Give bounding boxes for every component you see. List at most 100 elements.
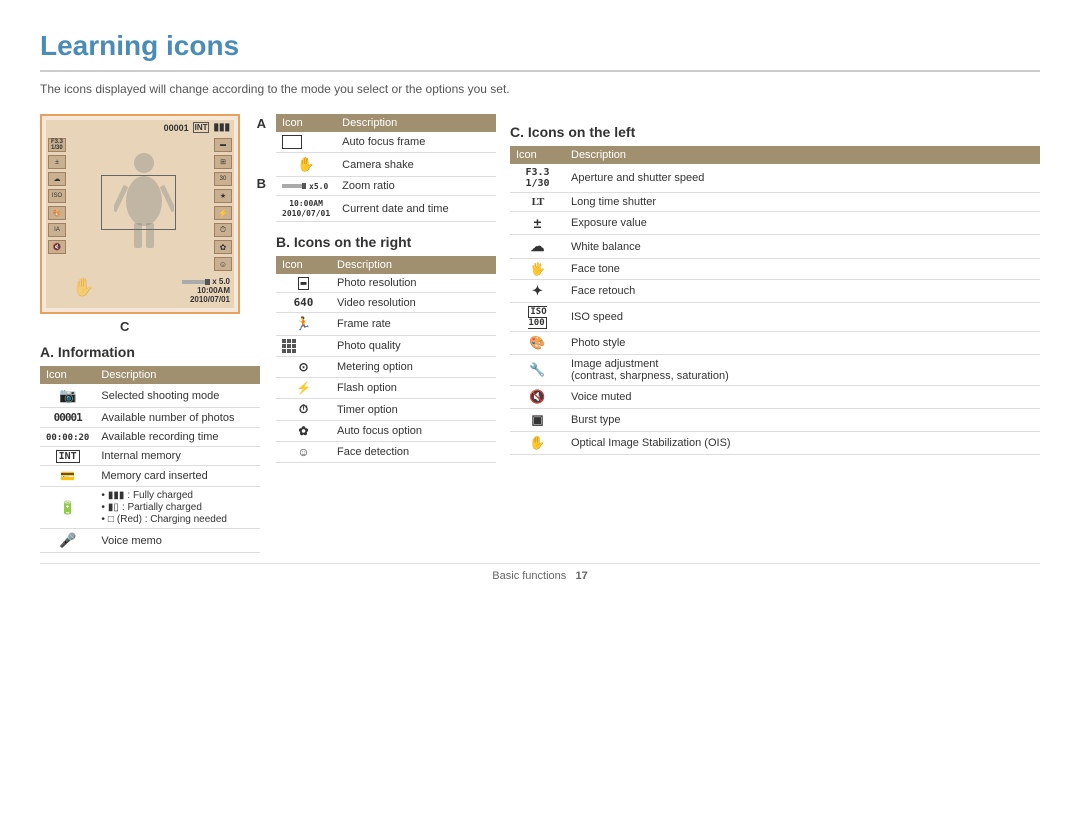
cam-left-icons: F3.31/30 ± ☁ ISO 🎨 IA 🔇 (48, 138, 66, 254)
label-a: A (257, 116, 266, 131)
desc-cell: Optical Image Stabilization (OIS) (565, 432, 1040, 455)
section-a: A. Information Icon Description 📷 Select… (40, 344, 260, 553)
cam-icon-exp: ± (48, 155, 66, 169)
desc-cell: Photo quality (331, 336, 496, 357)
icon-cell (276, 336, 331, 357)
right-columns: Icon Description Auto focus frame ✋ (276, 114, 1040, 553)
photo-style-icon: 🎨 (529, 335, 545, 350)
camera-shake-icon: ✋ (297, 156, 314, 172)
table-row: ⏱ Timer option (276, 399, 496, 421)
section-b-header-desc: Description (331, 256, 496, 274)
autofocus-icon: ✿ (298, 424, 308, 438)
cam-icon-f: F3.31/30 (48, 138, 66, 152)
table-row: 🎨 Photo style (510, 332, 1040, 355)
video-res-icon: 640 (294, 296, 314, 309)
table-row: 🖐 Face tone (510, 259, 1040, 280)
label-b: B (257, 176, 266, 191)
section-b-header-icon: Icon (276, 256, 331, 274)
icon-cell: 640 (276, 293, 331, 313)
icon-cell: x5.0 (276, 177, 336, 196)
cam-battery-icon: ▮▮▮ (213, 122, 230, 133)
icon-cell: 🎨 (510, 332, 565, 355)
cam-top-bar: 00001 INT ▮▮▮ (46, 120, 234, 135)
table-row: INT Internal memory (40, 447, 260, 466)
desc-cell: Memory card inserted (95, 466, 260, 487)
cam-bottom-info: x 5.0 10:00AM 2010/07/01 (182, 277, 230, 304)
desc-cell: Face retouch (565, 280, 1040, 303)
table-row: 🔧 Image adjustment(contrast, sharpness, … (510, 355, 1040, 386)
table-row: Auto focus frame (276, 132, 496, 153)
camera-icon: 📷 (59, 387, 76, 403)
desc-cell: Auto focus option (331, 421, 496, 442)
desc-cell: Photo resolution (331, 274, 496, 293)
table-row: ⚡ Flash option (276, 378, 496, 399)
icon-cell: LT (510, 193, 565, 212)
desc-cell: •▮▮▮: Fully charged •▮▯ : Partially char… (95, 487, 260, 529)
cam-memory-icon: INT (193, 122, 210, 133)
page: Learning icons The icons displayed will … (0, 0, 1080, 602)
section-c-table: Icon Description F3.31/30 Aperture and s… (510, 146, 1040, 455)
table-row: 🔇 Voice muted (510, 386, 1040, 409)
table-row: ▬ Photo resolution (276, 274, 496, 293)
table-row: ☺ Face detection (276, 442, 496, 463)
icon-cell: 00:00:20 (40, 428, 95, 447)
image-adj-icon: 🔧 (529, 362, 545, 377)
camera-inner: 00001 INT ▮▮▮ F3.31/30 ± ☁ ISO 🎨 IA (46, 120, 234, 308)
face-detect-icon: ☺ (297, 445, 309, 459)
section-a-body: 📷 Selected shooting mode 00001 Available… (40, 384, 260, 553)
page-title: Learning icons (40, 30, 1040, 72)
icon-cell: ✋ (276, 153, 336, 177)
section-c-body: F3.31/30 Aperture and shutter speed LT L… (510, 164, 1040, 455)
desc-cell: Exposure value (565, 212, 1040, 235)
desc-cell: White balance (565, 235, 1040, 259)
table-row: ✦ Face retouch (510, 280, 1040, 303)
battery-icon: 🔋 (60, 500, 76, 515)
main-content: A B 00001 INT ▮▮▮ F3.31/30 ± ☁ (40, 114, 1040, 553)
battery-low-icon: □ (108, 514, 114, 525)
top-icon-body: Auto focus frame ✋ Camera shake (276, 132, 496, 222)
white-balance-icon: ☁ (531, 238, 545, 254)
cam-date: 2010/07/01 (182, 295, 230, 304)
section-b-title: B. Icons on the right (276, 234, 496, 250)
focus-frame-icon (282, 135, 302, 149)
mic-icon: 🎤 (59, 532, 76, 548)
burst-icon: ▣ (531, 412, 543, 427)
cam-number: 00001 (164, 123, 189, 133)
table-row: 00:00:20 Available recording time (40, 428, 260, 447)
table-row: 📷 Selected shooting mode (40, 384, 260, 408)
col-b: Icon Description Auto focus frame ✋ (276, 114, 496, 553)
icon-cell: ▬ (276, 274, 331, 293)
desc-cell: Face detection (331, 442, 496, 463)
desc-cell: Face tone (565, 259, 1040, 280)
iso-icon: ISO100 (528, 306, 546, 329)
metering-icon: ⊙ (298, 360, 308, 374)
label-c: C (120, 319, 129, 334)
desc-cell: Voice muted (565, 386, 1040, 409)
desc-cell: Image adjustment(contrast, sharpness, sa… (565, 355, 1040, 386)
icon-cell: ▣ (510, 409, 565, 432)
desc-cell: Auto focus frame (336, 132, 496, 153)
icon-cell: 🔧 (510, 355, 565, 386)
lt-icon: LT (532, 196, 544, 208)
face-retouch-icon: ✦ (532, 283, 543, 298)
icon-cell: ☁ (510, 235, 565, 259)
cam-icon-ia: IA (48, 223, 66, 237)
icon-cell: ⊙ (276, 357, 331, 378)
icon-cell: ✋ (510, 432, 565, 455)
voice-muted-icon: 🔇 (529, 389, 545, 404)
desc-cell: Frame rate (331, 313, 496, 336)
section-a-header-icon: Icon (40, 366, 95, 384)
desc-cell: Internal memory (95, 447, 260, 466)
camera-box: A B 00001 INT ▮▮▮ F3.31/30 ± ☁ (40, 114, 240, 314)
icon-cell (276, 132, 336, 153)
icon-cell: ± (510, 212, 565, 235)
table-row: LT Long time shutter (510, 193, 1040, 212)
time-icon: 00:00:20 (46, 433, 89, 443)
icon-cell: 💳 (40, 466, 95, 487)
battery-desc: •▮▮▮: Fully charged •▮▯ : Partially char… (101, 490, 254, 525)
photo-quality-icon (282, 339, 296, 353)
table-row: ✋ Camera shake (276, 153, 496, 177)
table-row: 10:00AM2010/07/01 Current date and time (276, 196, 496, 222)
section-b-body: ▬ Photo resolution 640 Video resolution … (276, 274, 496, 463)
table-row: ISO100 ISO speed (510, 303, 1040, 332)
